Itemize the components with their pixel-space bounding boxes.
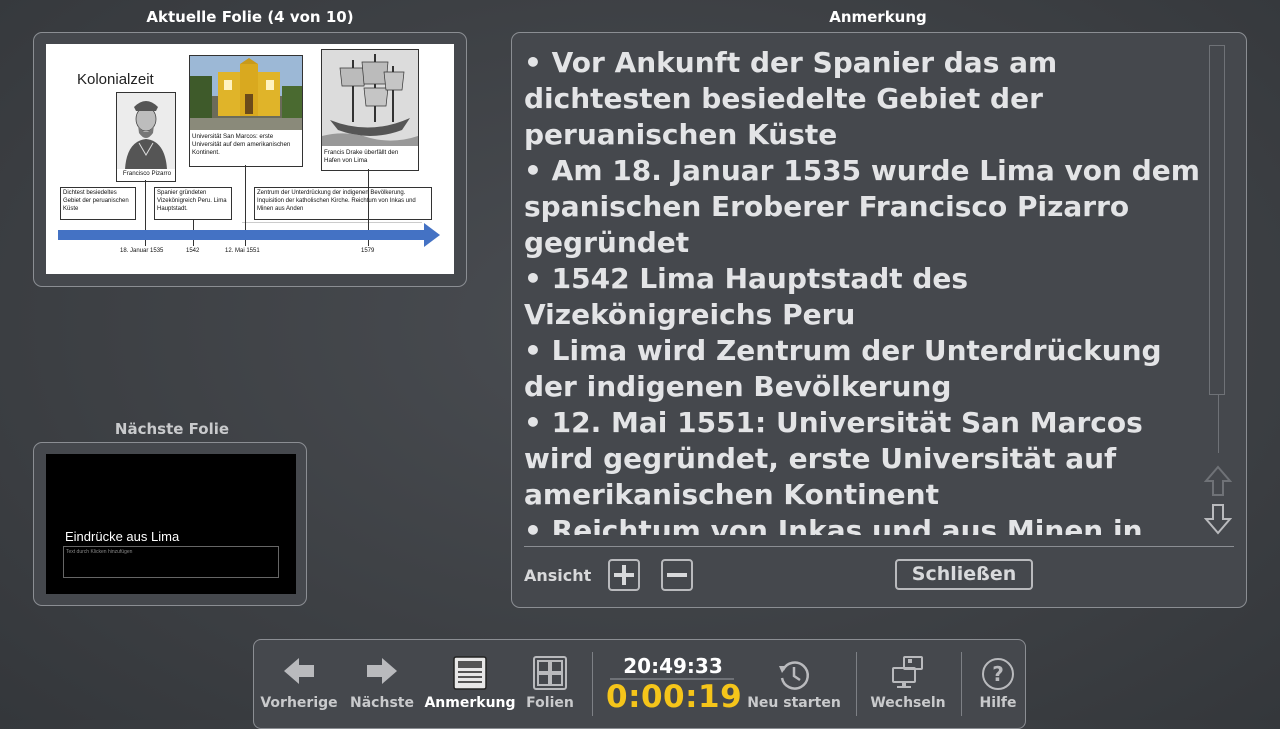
help-label: Hilfe (979, 695, 1017, 711)
current-slide-heading: Aktuelle Folie (4 von 10) (146, 8, 354, 26)
drake-ship-image: Francis Drake überfällt den Hafen von Li… (321, 49, 419, 171)
restart-clock-icon (779, 661, 810, 690)
help-icon: ? (982, 658, 1014, 690)
timeline-arrow (58, 222, 440, 247)
notes-text[interactable]: • Vor Ankunft der Spanier das am dichtes… (524, 45, 1204, 535)
notes-heading: Anmerkung (829, 8, 927, 26)
zoom-out-button[interactable] (661, 559, 693, 591)
note-paragraph: • Reichtum von Inkas und aus Minen in de… (524, 514, 1143, 535)
previous-button[interactable]: Vorherige (260, 640, 338, 721)
close-notes-button[interactable]: Schließen (895, 559, 1033, 590)
notes-button[interactable]: Anmerkung (424, 640, 516, 721)
timeline-box-1: Dichtest besiedeltes Gebiet der peruanis… (60, 187, 136, 220)
drake-caption: Francis Drake überfällt den Hafen von Li… (324, 149, 399, 164)
restart-label: Neu starten (747, 695, 841, 711)
slide-title: Kolonialzeit (77, 71, 154, 88)
toolbar-separator (961, 652, 962, 716)
slides-label: Folien (526, 695, 574, 711)
notes-panel[interactable]: • Vor Ankunft der Spanier das am dichtes… (511, 32, 1247, 608)
date-label-3: 12. Mai 1551 (225, 248, 260, 254)
next-slide-title: Eindrücke aus Lima (65, 529, 180, 544)
arrow-right-icon (367, 658, 397, 684)
elapsed-timer: 0:00:19 (606, 679, 743, 715)
svg-text:?: ? (992, 662, 1004, 686)
current-slide-panel[interactable]: Kolonialzeit Francisco Pizarro Universit… (33, 32, 467, 287)
note-paragraph: • Vor Ankunft der Spanier das am dichtes… (524, 46, 1058, 151)
previous-label: Vorherige (260, 695, 338, 711)
arrow-left-icon (284, 658, 314, 684)
view-label: Ansicht (524, 566, 592, 585)
university-image: Universität San Marcos: erste Universitä… (189, 55, 303, 167)
next-label: Nächste (350, 695, 414, 711)
date-label-4: 1579 (361, 248, 375, 254)
date-label-1: 18. Januar 1535 (120, 248, 164, 254)
slides-button[interactable]: Folien (522, 640, 578, 721)
next-slide-preview[interactable]: Eindrücke aus Lima Text durch Klicken hi… (46, 454, 296, 594)
switch-display-icon (892, 656, 923, 688)
note-paragraph: • 1542 Lima Hauptstadt des Vizekönigreic… (524, 262, 969, 331)
note-paragraph: • 12. Mai 1551: Universität San Marcos w… (524, 406, 1143, 511)
minus-icon (667, 573, 687, 577)
note-paragraph: • Lima wird Zentrum der Unterdrückung de… (524, 334, 1162, 403)
plus-icon (614, 565, 634, 585)
restart-button[interactable]: Neu starten (746, 640, 842, 721)
next-button[interactable]: Nächste (344, 640, 420, 721)
notes-scrollbar-track (1218, 395, 1219, 453)
notes-divider (524, 546, 1234, 547)
pizarro-caption: Francisco Pizarro (122, 170, 172, 177)
help-button[interactable]: ? Hilfe (970, 640, 1026, 721)
scroll-down-icon[interactable] (1204, 503, 1232, 535)
notes-label: Anmerkung (424, 695, 516, 711)
next-slide-placeholder: Text durch Klicken hinzufügen (66, 549, 133, 555)
zoom-in-button[interactable] (608, 559, 640, 591)
date-label-2: 1542 (186, 248, 200, 254)
next-slide-placeholder-box: Text durch Klicken hinzufügen (63, 546, 279, 578)
toolbar-separator (856, 652, 857, 716)
scroll-up-icon[interactable] (1204, 465, 1232, 497)
current-slide-preview[interactable]: Kolonialzeit Francisco Pizarro Universit… (46, 44, 454, 274)
toolbar-separator (592, 652, 593, 716)
notes-icon (453, 656, 487, 690)
next-slide-heading: Nächste Folie (114, 420, 230, 438)
switch-display-button[interactable]: Wechseln (866, 640, 950, 721)
notes-scrollbar-thumb[interactable] (1209, 45, 1225, 395)
presenter-toolbar: Vorherige Nächste Anmerkung Folien 20:49… (253, 639, 1026, 729)
timeline-box-2: Spanier gründeten Vizekönigreich Peru. L… (154, 187, 232, 220)
note-paragraph: • Am 18. Januar 1535 wurde Lima von dem … (524, 154, 1200, 259)
next-slide-panel[interactable]: Eindrücke aus Lima Text durch Klicken hi… (33, 442, 307, 606)
pizarro-image: Francisco Pizarro (116, 92, 176, 182)
switch-label: Wechseln (870, 695, 946, 711)
slides-grid-icon (533, 656, 567, 690)
current-time: 20:49:33 (623, 654, 723, 678)
university-caption: Universität San Marcos: erste Universitä… (192, 133, 291, 156)
timeline-box-3: Zentrum der Unterdrückung der indigenen … (254, 187, 432, 220)
